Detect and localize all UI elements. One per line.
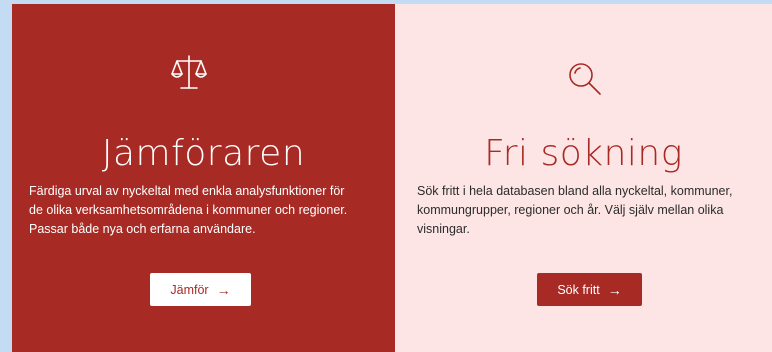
jamforaren-card: Jämföraren Färdiga urval av nyckeltal me…: [12, 4, 395, 352]
sok-fritt-button[interactable]: Sök fritt →: [537, 273, 642, 306]
arrow-right-icon: →: [216, 281, 231, 298]
arrow-right-icon: →: [607, 281, 622, 298]
jamfor-button-label: Jämför: [170, 282, 209, 297]
fri-sokning-description: Sök fritt i hela databasen bland alla ny…: [417, 184, 733, 236]
jamfor-button[interactable]: Jämför →: [150, 273, 251, 306]
jamforaren-title: Jämföraren: [101, 133, 306, 174]
fri-sokning-card: Fri sökning Sök fritt i hela databasen b…: [395, 4, 772, 352]
tool-cards: Jämföraren Färdiga urval av nyckeltal me…: [12, 4, 772, 352]
search-icon: [569, 63, 601, 95]
sok-fritt-button-label: Sök fritt: [557, 282, 600, 297]
fri-sokning-title: Fri sökning: [484, 133, 683, 174]
jamforaren-description: Färdiga urval av nyckeltal med enkla ana…: [29, 184, 348, 236]
scale-icon: [171, 55, 207, 89]
